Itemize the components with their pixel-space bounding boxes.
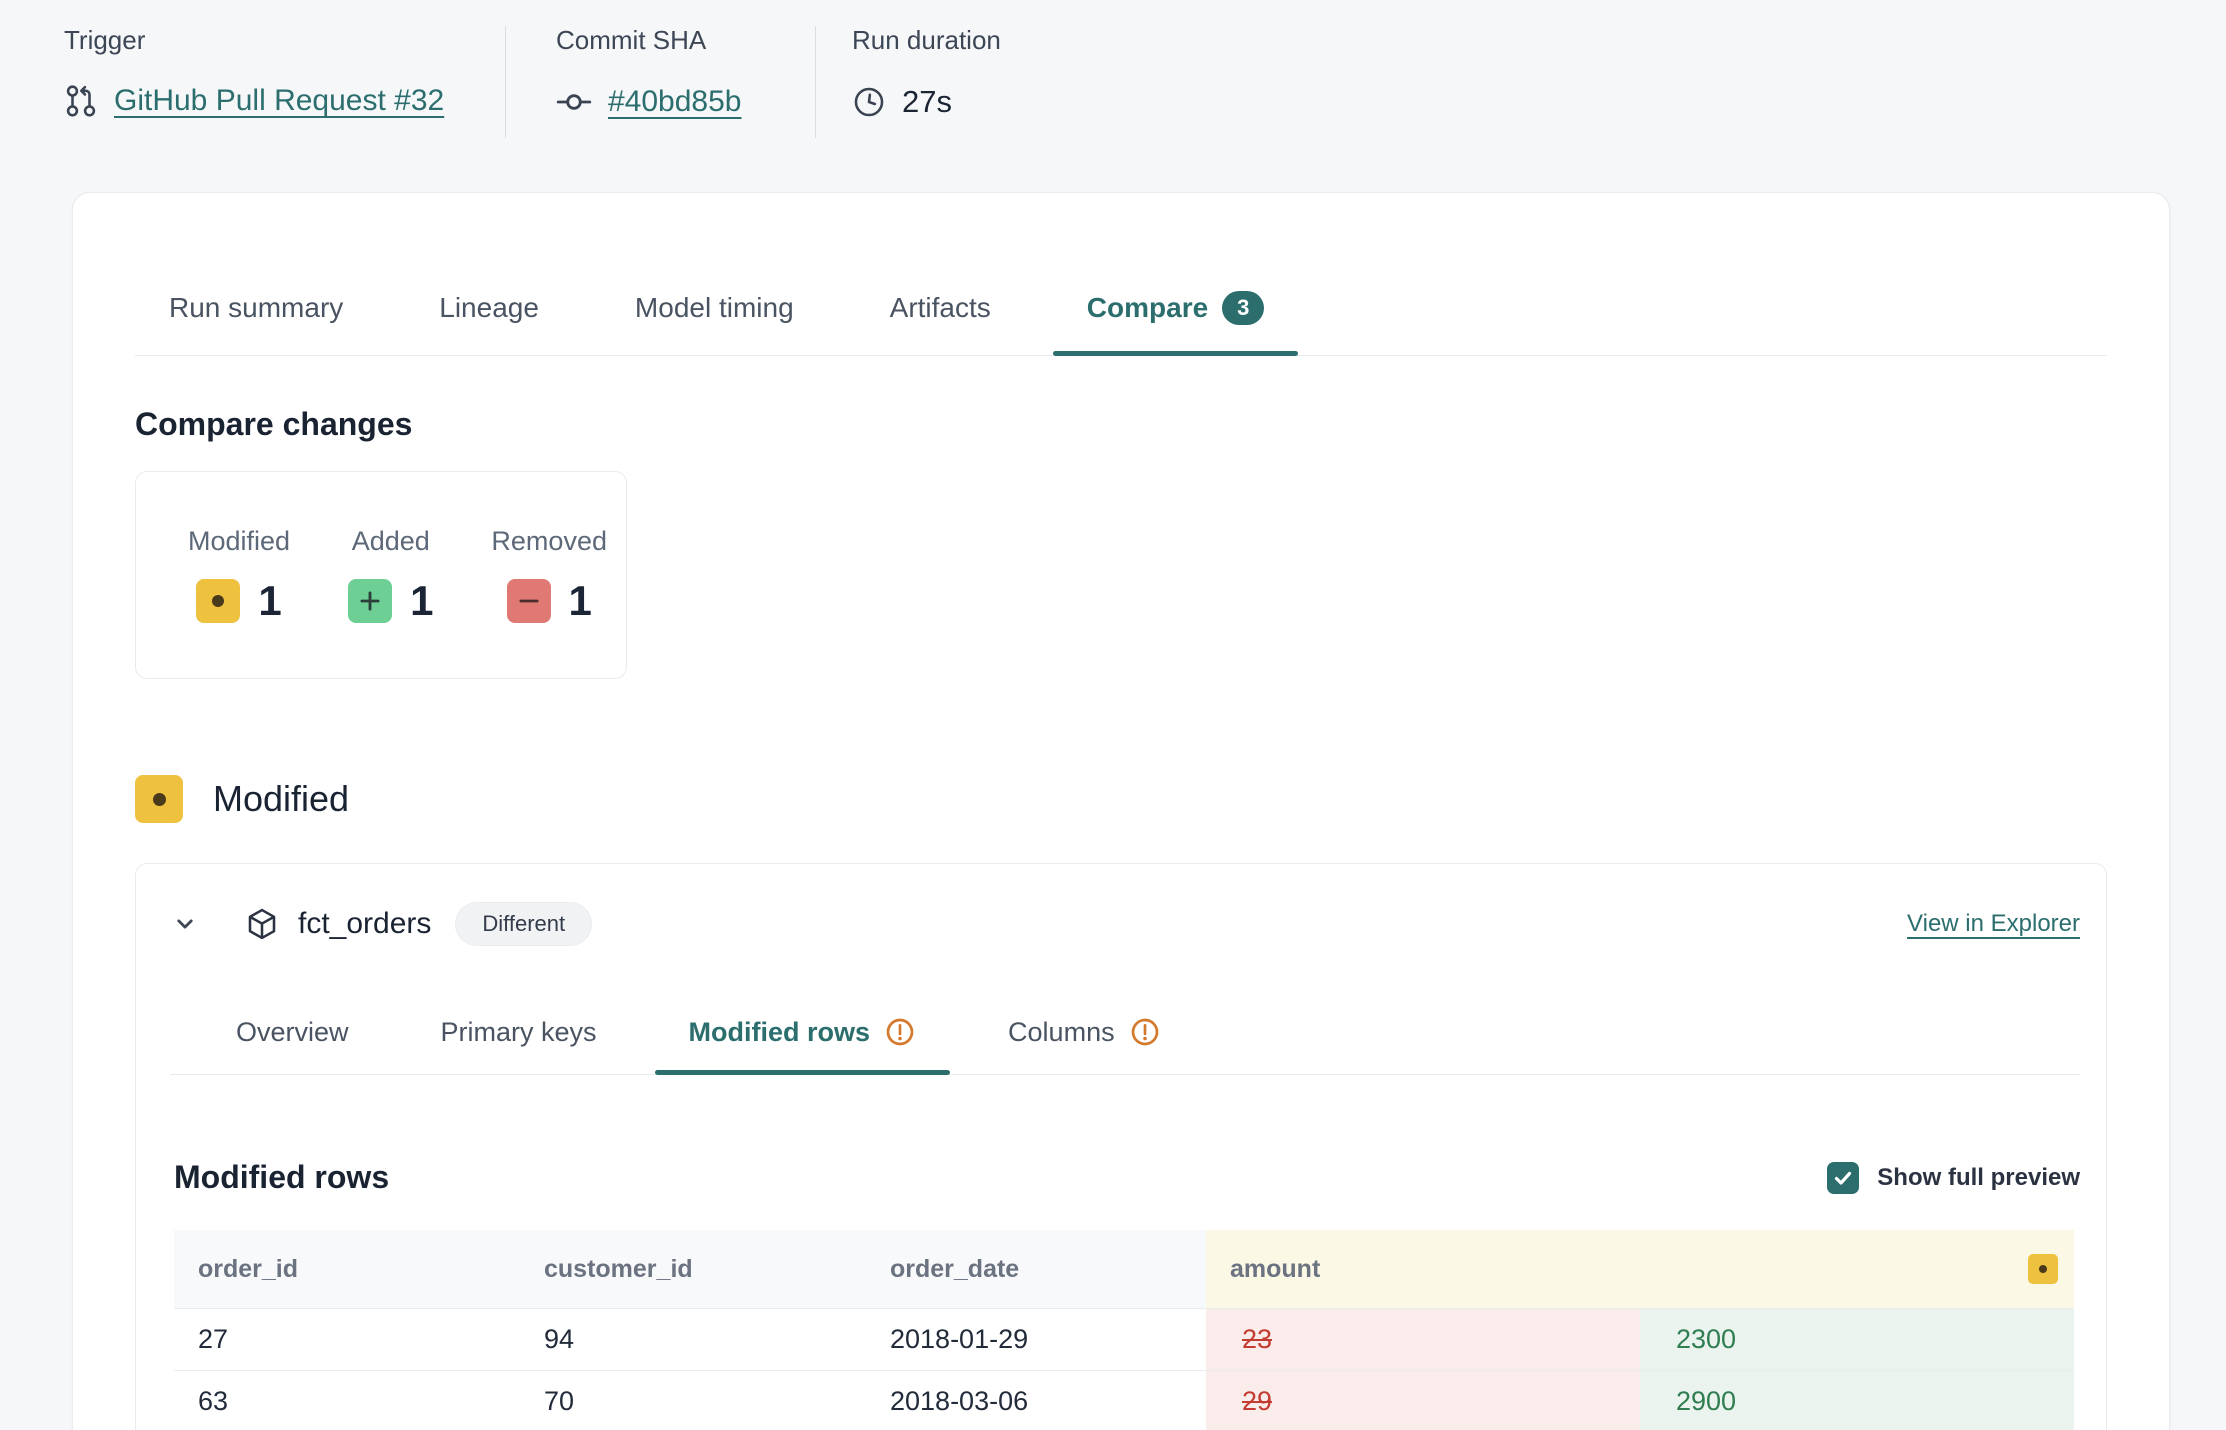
table-cell: 27 [174,1308,520,1370]
tab-label: Modified rows [689,1017,871,1048]
model-card-fct-orders: fct_orders Different View in Explorer Ov… [135,863,2107,1430]
column-header-order-date: order_date [866,1230,1206,1308]
tab-columns[interactable]: Columns [974,1006,1195,1074]
show-full-preview-toggle[interactable]: Show full preview [1827,1162,2080,1194]
summary-removed: Removed 1 [491,526,607,625]
run-duration-label: Run duration [852,24,1001,56]
run-header: Trigger GitHub Pull Request #32 Commit S… [0,0,2226,146]
tab-label: Primary keys [441,1017,597,1048]
commit-icon [556,84,592,120]
tab-modified-rows[interactable]: Modified rows [655,1006,951,1074]
tab-overview[interactable]: Overview [202,1006,383,1074]
removed-icon [507,579,551,623]
tab-primary-keys[interactable]: Primary keys [407,1006,631,1074]
warning-icon [884,1016,916,1048]
compare-count-badge: 3 [1222,291,1264,325]
show-full-preview-label: Show full preview [1877,1164,2080,1192]
tab-label: Run summary [169,292,343,324]
pull-request-icon [64,84,98,118]
tab-lineage[interactable]: Lineage [405,281,573,355]
page: { "colors": { "accent": "#2c6e6e", "page… [0,0,2226,1430]
compare-changes-title: Compare changes [135,406,2107,443]
table-cell: 70 [520,1370,866,1430]
tab-label: Lineage [439,292,539,324]
model-icon [244,906,280,942]
summary-added-count: 1 [410,577,433,625]
summary-removed-label: Removed [491,526,607,557]
tab-label: Overview [236,1017,349,1048]
model-tab-bar: Overview Primary keys Modified rows Colu… [170,1006,2080,1075]
summary-removed-count: 1 [569,577,592,625]
trigger-link[interactable]: GitHub Pull Request #32 [114,84,444,118]
modified-icon [196,579,240,623]
main-tab-bar: Run summary Lineage Model timing Artifac… [135,281,2107,356]
modified-rows-panel: Modified rows Show full preview order_id… [136,1075,2106,1430]
summary-added-label: Added [352,526,430,557]
model-card-header: fct_orders Different View in Explorer [136,864,2106,946]
modified-icon [135,775,183,823]
table-cell: 2018-03-06 [866,1370,1206,1430]
chevron-down-icon[interactable] [170,909,200,939]
table-cell-old-value: 23 [1206,1308,1640,1370]
column-header-amount: amount [1206,1230,2074,1308]
run-detail-card: Run summary Lineage Model timing Artifac… [72,192,2170,1430]
modified-column-badge-icon [2028,1254,2058,1284]
tab-compare[interactable]: Compare 3 [1053,281,1299,355]
tab-model-timing[interactable]: Model timing [601,281,828,355]
diff-status-badge: Different [455,902,592,946]
summary-modified: Modified 1 [188,526,290,625]
column-header-amount-label: amount [1230,1255,1320,1284]
tab-artifacts[interactable]: Artifacts [856,281,1025,355]
tab-label: Model timing [635,292,794,324]
model-name: fct_orders [298,907,431,941]
modified-rows-title: Modified rows [174,1159,389,1196]
table-cell: 63 [174,1370,520,1430]
stat-run-duration: Run duration 27s [816,24,1001,146]
tab-label: Columns [1008,1017,1115,1048]
stat-trigger: Trigger GitHub Pull Request #32 [64,24,505,146]
run-duration-value: 27s [902,84,952,120]
table-cell: 94 [520,1308,866,1370]
commit-sha-link[interactable]: #40bd85b [608,85,741,119]
commit-sha-label: Commit SHA [556,24,815,56]
stat-commit-sha: Commit SHA #40bd85b [506,24,815,146]
tab-label: Compare [1087,292,1208,324]
tab-run-summary[interactable]: Run summary [135,281,377,355]
summary-added: Added 1 [348,526,433,625]
table-cell: 2018-01-29 [866,1308,1206,1370]
trigger-label: Trigger [64,24,505,56]
column-header-order-id: order_id [174,1230,520,1308]
modified-section-header: Modified [135,775,2107,823]
compare-summary-card: Modified 1 Added 1 Removed 1 [135,471,627,679]
clock-icon [852,85,886,119]
modified-rows-table: order_id customer_id order_date amount 2… [174,1230,2074,1430]
column-header-customer-id: customer_id [520,1230,866,1308]
table-cell-new-value: 2300 [1640,1308,2074,1370]
table-cell-old-value: 29 [1206,1370,1640,1430]
tab-label: Artifacts [890,292,991,324]
view-in-explorer-link[interactable]: View in Explorer [1907,910,2080,938]
added-icon [348,579,392,623]
table-cell-new-value: 2900 [1640,1370,2074,1430]
modified-section-title: Modified [213,778,349,820]
summary-modified-count: 1 [258,577,281,625]
summary-modified-label: Modified [188,526,290,557]
warning-icon [1129,1016,1161,1048]
checkbox-checked-icon[interactable] [1827,1162,1859,1194]
